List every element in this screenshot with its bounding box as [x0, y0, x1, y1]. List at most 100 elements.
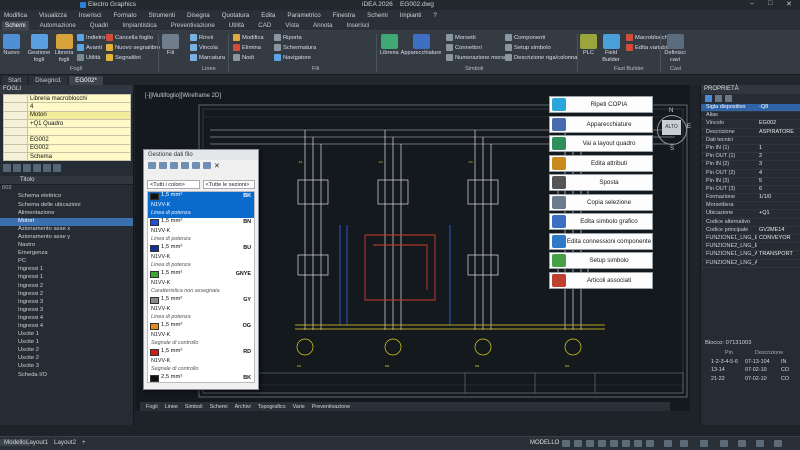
property-row[interactable]: Pin IN (2) 3	[701, 161, 800, 170]
tree-item[interactable]: Ingressi 3	[0, 307, 133, 315]
palette-tab-schemi[interactable]: Schemi	[210, 404, 228, 410]
tree-item[interactable]: Uscite 2	[0, 347, 133, 355]
property-row[interactable]: Codice alternativo	[701, 219, 800, 227]
avanti-button[interactable]: Avanti	[77, 44, 102, 51]
tree-item[interactable]: Ingressi 3	[0, 299, 133, 307]
pin-row[interactable]: 21-22 07-02-10 CO	[705, 376, 799, 385]
property-row[interactable]: Ubicazione +Q1	[701, 210, 800, 219]
navigatore-button[interactable]: Navigatore	[274, 54, 311, 61]
menu-impianti[interactable]: Impianti	[400, 12, 422, 19]
close-icon[interactable]: ✕	[786, 0, 792, 8]
quick-select-icon[interactable]	[715, 95, 722, 102]
prop-value[interactable]	[27, 127, 131, 137]
property-row[interactable]: Vincolo EG002	[701, 120, 800, 129]
palette-tab-varie[interactable]: Varie	[293, 404, 305, 410]
property-value[interactable]: ASPIRATORE	[757, 129, 800, 136]
transparency-icon[interactable]	[646, 440, 654, 447]
tree-item[interactable]: Alimentazione	[0, 210, 133, 218]
table-icon[interactable]	[181, 162, 189, 169]
property-row[interactable]: Pin OUT (1) 2	[701, 153, 800, 162]
wire-type[interactable]: N1VV-K	[148, 358, 254, 366]
doc-tab-eg002[interactable]: EG002*	[69, 76, 103, 85]
property-value[interactable]: +Q1	[757, 210, 800, 217]
wire-type[interactable]: N1VV-K	[148, 306, 254, 314]
maximize-icon[interactable]: □	[768, 0, 772, 7]
property-value[interactable]	[757, 260, 800, 267]
filter-icon[interactable]	[33, 164, 41, 173]
isolate-icon[interactable]	[720, 440, 728, 447]
property-value[interactable]: 3	[757, 161, 800, 168]
wire-type[interactable]: N1VV-K	[148, 202, 254, 210]
property-value[interactable]	[757, 243, 800, 250]
tree-item[interactable]: Ingressi 2	[0, 291, 133, 299]
menu-strumenti[interactable]: Strumenti	[149, 12, 175, 19]
menu-quotatura[interactable]: Quotatura	[222, 12, 250, 19]
wire-row[interactable]: 2,5 mm² BK	[148, 374, 254, 382]
vincola-button[interactable]: Vincola	[190, 44, 218, 51]
wire-description[interactable]: Linea di potenza	[148, 210, 254, 218]
sort-icon[interactable]	[43, 164, 51, 173]
minimize-icon[interactable]: –	[750, 0, 754, 7]
property-row[interactable]: Alias	[701, 112, 800, 121]
menu-inserisci[interactable]: Inserisci	[79, 12, 102, 19]
wire-type[interactable]: N1VV-K	[148, 280, 254, 288]
property-row[interactable]: Pin OUT (3) 6	[701, 186, 800, 195]
pin-row[interactable]: 13-14 07-02-10 CO	[705, 367, 799, 376]
property-value[interactable]	[757, 219, 800, 226]
tree-item[interactable]: Schema elettrico	[0, 193, 133, 201]
property-row[interactable]: Morsettiera	[701, 202, 800, 211]
menu-formato[interactable]: Formato	[114, 12, 137, 19]
tab-automazione[interactable]: Automazione	[37, 21, 79, 30]
viewport-label[interactable]: [-][Multifoglio][Wireframe 2D]	[145, 93, 221, 99]
tree-item[interactable]: Azionamento asse y	[0, 234, 133, 242]
viewcube[interactable]: ALTO N S E	[652, 108, 692, 152]
property-row[interactable]: Pin OUT (2) 4	[701, 170, 800, 178]
wire-type[interactable]: N1VV-K	[148, 254, 254, 262]
tab-quadri[interactable]: Quadri	[87, 21, 112, 30]
copy-wire-icon[interactable]	[159, 162, 167, 169]
select-icon[interactable]	[705, 95, 712, 102]
tab-inserisci[interactable]: Inserisci	[344, 21, 373, 30]
segnalibri-button[interactable]: Segnalibri	[106, 54, 141, 61]
tree-item[interactable]: Motori	[0, 217, 133, 226]
wire-row[interactable]: 1,5 mm² BN	[148, 218, 254, 228]
prop-value[interactable]: EG002	[27, 143, 131, 154]
tab-preventivazione[interactable]: Preventivazione	[168, 21, 218, 30]
context-menu-item[interactable]: Articoli associati	[549, 271, 653, 289]
section-filter-select[interactable]: <Tutte le sezioni>	[202, 180, 255, 189]
rinvii-button[interactable]: Rinvii	[190, 34, 213, 41]
palette-tab-preventivazione[interactable]: Preventivazione	[312, 404, 350, 410]
units-icon[interactable]	[700, 440, 708, 447]
property-value[interactable]: 2	[757, 153, 800, 160]
context-menu-item[interactable]: Vai a layout quadro	[549, 135, 653, 152]
property-value[interactable]: GV2ME14	[757, 227, 800, 234]
context-menu-item[interactable]: Sposta	[549, 174, 653, 191]
property-row[interactable]: Formazione 1/1/0	[701, 194, 800, 203]
pin-row[interactable]: 1-2-3-4-5-6 07-13-104 IN	[705, 359, 799, 368]
prop-value[interactable]: Libreria macroblocchi	[27, 93, 131, 104]
osnap-icon[interactable]	[610, 440, 618, 447]
prop-value[interactable]: Motori	[27, 110, 131, 120]
fili-button[interactable]: Fili	[162, 34, 179, 57]
import-icon[interactable]	[203, 162, 211, 169]
context-menu-item[interactable]: Apparecchiature	[549, 115, 653, 133]
tab-cad[interactable]: CAD	[255, 21, 274, 30]
menu-modifica[interactable]: Modifica	[4, 12, 27, 19]
tab-vista[interactable]: Vista	[282, 21, 302, 30]
property-value[interactable]: CONVEYOR	[757, 235, 800, 242]
property-row[interactable]: Pin IN (1) 1	[701, 145, 800, 154]
property-value[interactable]: TRANSPORT	[757, 251, 800, 258]
property-value[interactable]	[757, 202, 800, 209]
definisci-cavi-button[interactable]: Definisci cavi	[662, 34, 688, 63]
menu-help[interactable]: ?	[433, 12, 436, 19]
annotation-scale-icon[interactable]	[664, 440, 672, 447]
snap-icon[interactable]	[574, 440, 582, 447]
field-builder-button[interactable]: Field Builder	[598, 34, 624, 63]
tree-item[interactable]: PC	[0, 258, 133, 266]
clean-screen-icon[interactable]	[756, 440, 764, 447]
wire-row[interactable]: 1,5 mm² GNYE	[148, 270, 254, 280]
hardware-accel-icon[interactable]	[738, 440, 746, 447]
doc-tab-disegno1[interactable]: Disegno1	[29, 76, 68, 85]
palette-tab-topografico[interactable]: Topografico	[258, 404, 286, 410]
tree-item[interactable]: Uscite 3	[0, 363, 133, 371]
